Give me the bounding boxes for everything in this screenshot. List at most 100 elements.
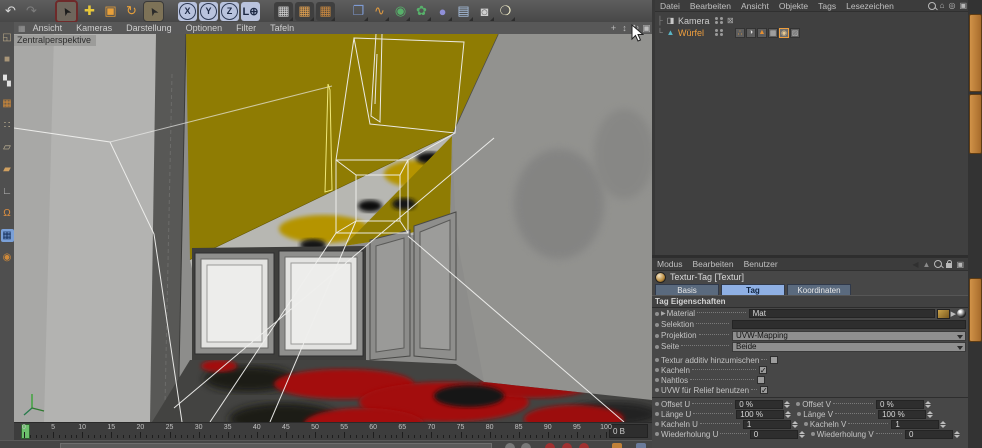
uv-field[interactable]: 0 %	[735, 399, 784, 409]
restriction-tag-icon[interactable]: ▨	[790, 27, 800, 38]
uvw-tag-icon[interactable]: ▦	[768, 27, 778, 38]
lock-y-icon[interactable]: Y	[199, 1, 218, 21]
record-button-partial[interactable]	[545, 443, 555, 448]
lock-z-icon[interactable]: Z	[220, 1, 239, 21]
zoom-view-icon[interactable]: ↕	[619, 23, 630, 34]
record-button-partial[interactable]	[562, 443, 572, 448]
viewport-grid-icon[interactable]: ▦	[18, 24, 26, 33]
add-light-icon[interactable]: ❍	[496, 2, 515, 21]
viewport-camera-label[interactable]: Zentralperspektive	[14, 35, 97, 46]
spinner-icon[interactable]	[785, 410, 792, 418]
vp-menu-darstellung[interactable]: Darstellung	[126, 23, 172, 33]
vp-menu-ansicht[interactable]: Ansicht	[33, 23, 63, 33]
visibility-dots[interactable]	[715, 29, 718, 37]
camera-toggle-icon[interactable]: ⊠	[727, 16, 734, 25]
uv-field[interactable]: 1	[891, 419, 940, 429]
compositing-tag-icon[interactable]: ▲	[757, 27, 767, 38]
uv-field[interactable]: 100 %	[736, 409, 785, 419]
scale-tool-icon[interactable]: ▣	[101, 2, 120, 21]
add-cube-icon[interactable]: ❐	[349, 2, 368, 21]
texture-axis-lock-icon[interactable]: ◉	[1, 251, 14, 264]
anim-dot-icon[interactable]	[655, 422, 659, 426]
expand-arrow-icon[interactable]: ▶	[661, 310, 666, 317]
redo-icon[interactable]: ↷	[22, 2, 41, 21]
spinner-icon[interactable]	[791, 420, 798, 428]
lock-icon[interactable]	[946, 260, 953, 268]
tab-koordinaten[interactable]: Koordinaten	[787, 284, 851, 295]
texture-preview-icon[interactable]	[936, 308, 950, 319]
am-menu-benutzer[interactable]: Benutzer	[744, 259, 778, 269]
projektion-dropdown[interactable]: UVW-Mapping	[732, 330, 966, 341]
polygon-object-icon[interactable]: ▲	[665, 28, 676, 37]
render-active-icon[interactable]: ▦	[295, 1, 314, 21]
spinner-icon[interactable]	[798, 430, 805, 438]
polygons-mode-icon[interactable]: ▰	[1, 163, 14, 176]
edges-mode-icon[interactable]: ▱	[1, 141, 14, 154]
uv-field[interactable]: 0	[749, 429, 798, 439]
om-menu-lesezeichen[interactable]: Lesezeichen	[846, 1, 894, 11]
anim-dot-icon[interactable]	[655, 358, 659, 362]
object-row-würfel[interactable]: └ ▲ Würfel ∴ ◑ ▲ ▦ ◉ ▨	[655, 27, 971, 38]
make-editable-icon[interactable]: ◱	[1, 31, 14, 44]
spinner-icon[interactable]	[940, 420, 947, 428]
rotate-tool-icon[interactable]: ↻	[122, 2, 141, 21]
anim-dot-icon[interactable]	[655, 322, 659, 327]
magnet-snap-icon[interactable]: Ω	[1, 207, 14, 220]
edge-tab-attributes[interactable]	[969, 278, 982, 342]
render-settings-icon[interactable]: ▦	[316, 1, 335, 21]
pan-view-icon[interactable]: +	[608, 23, 619, 34]
coordinate-system-icon[interactable]: L⊕	[241, 1, 260, 21]
up-icon[interactable]: ▲	[923, 260, 931, 269]
uv-field[interactable]: 1	[742, 419, 791, 429]
add-spline-icon[interactable]: ∿	[370, 2, 389, 21]
texture-mode-icon[interactable]: ▚	[1, 75, 14, 88]
object-name[interactable]: Würfel	[678, 28, 714, 38]
anim-dot-icon[interactable]	[655, 412, 659, 416]
vp-menu-optionen[interactable]: Optionen	[186, 23, 223, 33]
checkbox[interactable]: ✓	[760, 386, 769, 395]
stop-button-partial[interactable]	[521, 443, 531, 448]
spinner-icon[interactable]	[927, 410, 934, 418]
object-row-kamera[interactable]: ├ ◨ Kamera ⊠	[655, 15, 971, 26]
spinner-icon[interactable]	[954, 430, 961, 438]
selection-tag-icon[interactable]: ∴	[735, 27, 745, 38]
add-deformer-icon[interactable]: ●	[433, 2, 452, 21]
texture-axis-mode-icon[interactable]: ▦	[1, 97, 14, 110]
material-field[interactable]: Mat	[748, 309, 935, 318]
vp-menu-kameras[interactable]: Kameras	[76, 23, 112, 33]
search-icon[interactable]	[927, 1, 936, 10]
spinner-icon[interactable]	[924, 400, 931, 408]
vp-menu-tafeln[interactable]: Tafeln	[270, 23, 294, 33]
anim-dot-icon[interactable]	[655, 311, 659, 316]
key-button-partial[interactable]	[612, 443, 622, 448]
menu-arrow-icon[interactable]: ▶	[951, 310, 956, 318]
viewport-canvas[interactable]: Zentralperspektive	[13, 33, 654, 423]
checkbox[interactable]	[757, 376, 766, 384]
texture-tag-icon[interactable]: ◉	[779, 27, 789, 38]
visibility-dots[interactable]	[715, 17, 718, 25]
visibility-dots[interactable]	[720, 29, 723, 37]
checkbox[interactable]	[770, 356, 779, 364]
object-name[interactable]: Kamera	[678, 16, 714, 26]
uv-field[interactable]: 100 %	[878, 409, 927, 419]
eye-icon[interactable]: ◎	[948, 1, 955, 10]
checkbox[interactable]: ✓	[758, 366, 767, 375]
anim-dot-icon[interactable]	[655, 432, 659, 436]
key-button-partial[interactable]	[636, 443, 646, 448]
am-menu-modus[interactable]: Modus	[657, 259, 683, 269]
render-view-icon[interactable]: ▦	[274, 1, 293, 21]
om-menu-tags[interactable]: Tags	[818, 1, 836, 11]
current-frame-field[interactable]: 0 B	[609, 424, 648, 438]
play-button-partial[interactable]	[505, 443, 515, 448]
add-environment-icon[interactable]: ▤	[454, 2, 473, 21]
om-menu-bearbeiten[interactable]: Bearbeiten	[690, 1, 731, 11]
object-axis-mode-icon[interactable]: ∟	[1, 185, 14, 198]
timeline-ruler[interactable]: 0 B 0 5 10 15 20 25 30 35 40 45 50 55 60 65 70 75 80 85 90…	[14, 422, 652, 440]
vp-menu-filter[interactable]: Filter	[236, 23, 256, 33]
record-button-partial[interactable]	[579, 443, 589, 448]
edge-tab-objects[interactable]	[969, 14, 982, 92]
am-menu-bearbeiten[interactable]: Bearbeiten	[693, 259, 734, 269]
home-icon[interactable]: ⌂	[940, 1, 945, 10]
anim-dot-icon[interactable]	[655, 378, 659, 382]
lock-x-icon[interactable]: X	[178, 1, 197, 21]
